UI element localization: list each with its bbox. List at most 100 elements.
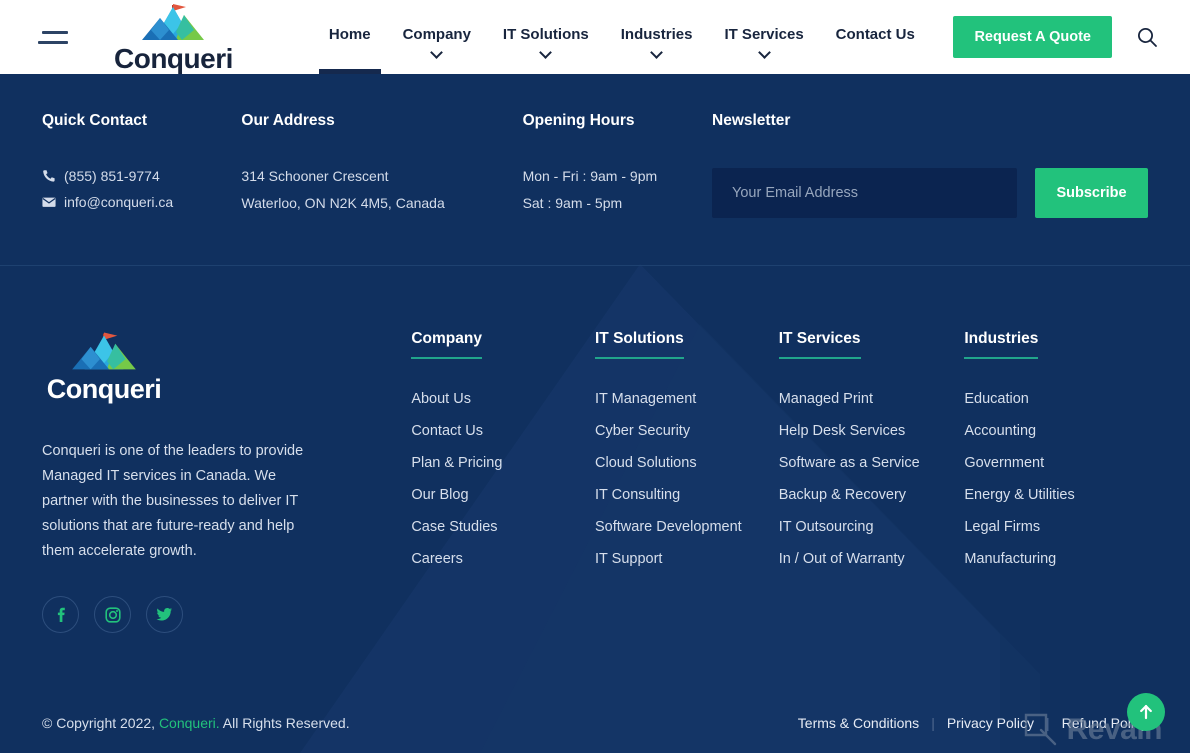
footer-column-heading: IT Services	[778, 330, 861, 359]
footer-link[interactable]: Backup & Recovery	[779, 487, 965, 503]
about-column: Conqueri Conqueri is one of the leaders …	[42, 330, 411, 688]
nav-item-home[interactable]: Home	[313, 26, 387, 74]
chevron-down-icon	[757, 46, 771, 59]
quick-contact-column: Quick Contact (855) 851-9774 info@conque…	[42, 112, 241, 265]
phone-link[interactable]: (855) 851-9774	[42, 168, 241, 184]
footer-link[interactable]: Software Development	[595, 519, 779, 535]
footer-bottom-bar: © Copyright 2022, Conqueri. All Rights R…	[0, 693, 1190, 753]
footer-link[interactable]: Education	[964, 391, 1148, 407]
nav-item-industries[interactable]: Industries	[605, 26, 709, 59]
nav-item-it-solutions[interactable]: IT Solutions	[487, 26, 605, 59]
footer-link[interactable]: IT Consulting	[595, 487, 779, 503]
search-glyph	[1138, 28, 1157, 47]
quick-contact-title: Quick Contact	[42, 112, 148, 129]
phone-number: (855) 851-9774	[64, 168, 160, 184]
footer-link[interactable]: Contact Us	[411, 423, 595, 439]
email-address: info@conqueri.ca	[64, 194, 174, 210]
newsletter-email-input[interactable]	[712, 168, 1017, 218]
site-header: Conqueri Home Company IT Solutions Indus…	[0, 0, 1190, 74]
separator: |	[1045, 715, 1050, 731]
address-line-1: 314 Schooner Crescent	[241, 168, 389, 184]
subscribe-button[interactable]: Subscribe	[1035, 168, 1148, 218]
footer-link[interactable]: IT Support	[595, 551, 779, 567]
footer-logo-wordmark: Conqueri	[46, 374, 162, 404]
opening-hours-title: Opening Hours	[522, 112, 635, 129]
chevron-down-icon	[430, 46, 444, 59]
twitter-icon[interactable]	[146, 596, 183, 633]
chevron-down-icon	[650, 46, 663, 59]
instagram-icon[interactable]	[94, 596, 131, 633]
footer-link[interactable]: Help Desk Services	[779, 423, 965, 439]
footer-link[interactable]: Our Blog	[411, 487, 595, 503]
mountain-logo-icon	[142, 3, 205, 40]
arrow-up-icon	[1140, 704, 1152, 720]
footer-column-it-services: IT Services Managed Print Help Desk Serv…	[778, 330, 965, 688]
footer-link[interactable]: Cloud Solutions	[595, 455, 779, 471]
footer-link[interactable]: Accounting	[964, 423, 1148, 439]
hamburger-icon[interactable]	[38, 25, 72, 49]
scroll-to-top-button[interactable]	[1127, 693, 1165, 731]
newsletter-form: Subscribe	[712, 168, 1148, 218]
mountain-logo-icon	[72, 332, 136, 370]
instagram-glyph	[104, 606, 121, 623]
footer-link[interactable]: IT Outsourcing	[779, 519, 965, 535]
copyright-text: © Copyright 2022, Conqueri. All Rights R…	[42, 715, 350, 731]
footer-link[interactable]: Careers	[411, 551, 595, 567]
footer-link[interactable]: Cyber Security	[595, 423, 779, 439]
site-logo[interactable]: Conqueri	[114, 2, 233, 73]
footer-link[interactable]: Government	[964, 455, 1148, 471]
nav-label: IT Solutions	[502, 26, 589, 43]
request-a-quote-button[interactable]: Request A Quote	[953, 16, 1112, 58]
nav-label: Industries	[620, 26, 693, 43]
footer-link[interactable]: In / Out of Warranty	[779, 551, 965, 567]
hours-weekday: Mon - Fri : 9am - 9pm	[522, 168, 658, 184]
twitter-glyph	[156, 608, 172, 621]
legal-links: Terms & Conditions | Privacy Policy | Re…	[798, 715, 1148, 731]
separator: |	[931, 715, 935, 731]
footer-link[interactable]: Software as a Service	[779, 455, 965, 471]
envelope-icon	[42, 197, 56, 207]
footer-column-heading: Company	[411, 330, 482, 359]
search-icon[interactable]	[1134, 24, 1160, 50]
nav-item-contact-us[interactable]: Contact Us	[820, 26, 931, 43]
logo-wordmark: Conqueri	[114, 42, 233, 74]
nav-item-it-services[interactable]: IT Services	[708, 26, 819, 59]
privacy-policy-link[interactable]: Privacy Policy	[947, 715, 1034, 731]
footer-link[interactable]: Managed Print	[779, 391, 965, 407]
footer-main: Conqueri Conqueri is one of the leaders …	[0, 266, 1190, 688]
main-navigation: Home Company IT Solutions Industries IT …	[313, 0, 931, 74]
footer-link[interactable]: Legal Firms	[964, 519, 1148, 535]
chevron-down-icon	[539, 46, 553, 59]
contact-strip: Quick Contact (855) 851-9774 info@conque…	[0, 74, 1190, 265]
nav-item-company[interactable]: Company	[387, 26, 487, 59]
phone-icon	[43, 170, 55, 182]
footer-column-it-solutions: IT Solutions IT Management Cyber Securit…	[595, 330, 779, 688]
footer-link[interactable]: Energy & Utilities	[964, 487, 1148, 503]
facebook-icon[interactable]	[42, 596, 79, 633]
footer-link[interactable]: Plan & Pricing	[411, 455, 595, 471]
address-line-2: Waterloo, ON N2K 4M5, Canada	[241, 195, 445, 211]
copyright-brand-link[interactable]: Conqueri.	[159, 715, 220, 731]
footer-column-heading: IT Solutions	[595, 330, 684, 359]
site-footer: Quick Contact (855) 851-9774 info@conque…	[0, 74, 1190, 753]
nav-label: Home	[328, 26, 371, 43]
terms-and-conditions-link[interactable]: Terms & Conditions	[798, 715, 919, 731]
footer-link[interactable]: About Us	[411, 391, 595, 407]
hamburger-bar	[42, 30, 68, 34]
copyright-suffix: All Rights Reserved.	[219, 715, 350, 731]
footer-link[interactable]: Manufacturing	[964, 551, 1148, 567]
opening-hours-column: Opening Hours Mon - Fri : 9am - 9pm Sat …	[523, 112, 712, 265]
nav-label: Contact Us	[835, 26, 915, 43]
copyright-prefix: © Copyright 2022,	[42, 715, 159, 731]
facebook-glyph	[57, 607, 65, 622]
footer-link[interactable]: IT Management	[595, 391, 779, 407]
footer-logo[interactable]: Conqueri	[42, 330, 166, 403]
email-link[interactable]: info@conqueri.ca	[42, 194, 241, 210]
about-description: Conqueri is one of the leaders to provid…	[42, 443, 304, 559]
nav-label: IT Services	[724, 26, 804, 43]
footer-link[interactable]: Case Studies	[411, 519, 595, 535]
hours-saturday: Sat : 9am - 5pm	[522, 195, 623, 211]
footer-column-heading: Industries	[964, 330, 1039, 359]
newsletter-title: Newsletter	[712, 112, 791, 129]
footer-column-industries: Industries Education Accounting Governme…	[964, 330, 1148, 688]
